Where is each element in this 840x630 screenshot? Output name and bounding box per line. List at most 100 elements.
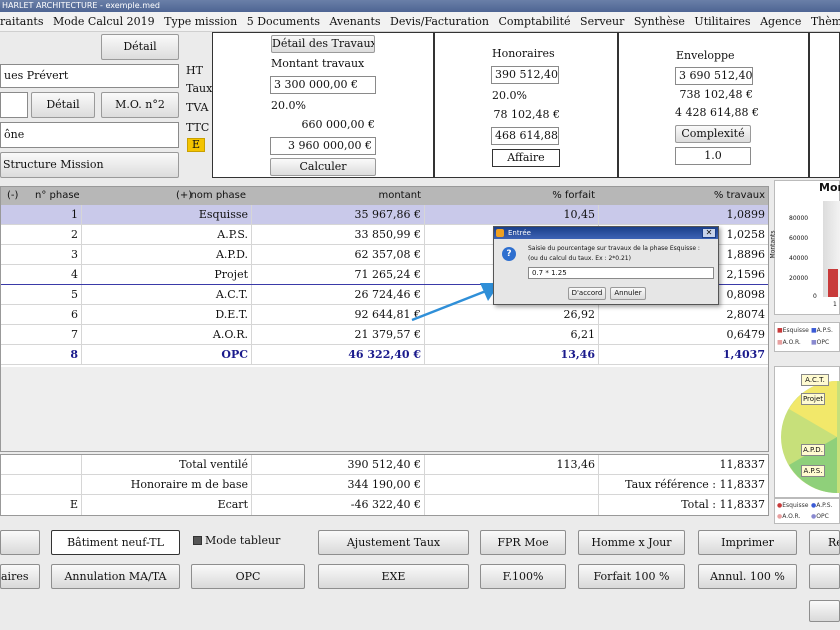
menu-item-type-mission[interactable]: Type mission: [164, 15, 237, 28]
row-montant[interactable]: 33 850,99 €: [251, 225, 424, 244]
travaux-tva-rate: 20.0%: [271, 99, 306, 112]
table-row[interactable]: 1 Esquisse 35 967,86 € 10,45 1,0899: [1, 205, 768, 225]
travaux-ttc-field[interactable]: 3 960 000,00 €: [270, 137, 376, 155]
legend-item: ■A.O.R.: [777, 339, 801, 346]
row-travaux[interactable]: 1,0899: [598, 205, 768, 224]
dialog-message-1: Saisie du pourcentage sur travaux de la …: [528, 245, 700, 252]
aires-button[interactable]: aires: [0, 564, 40, 589]
ajustement-taux-button[interactable]: Ajustement Taux: [318, 530, 469, 555]
menu-item-serveur[interactable]: Serveur: [580, 15, 624, 28]
row-montant[interactable]: 46 322,40 €: [251, 345, 424, 364]
detail-button[interactable]: Détail: [101, 34, 179, 60]
legend-item: ●Esquisse: [777, 502, 809, 509]
row-name: A.P.S.: [81, 225, 251, 244]
totals-table: Total ventilé 390 512,40 € 113,46 11,833…: [0, 454, 769, 516]
honoraires-tva-value: 78 102,48 €: [493, 108, 560, 121]
honoraires-ttc-field[interactable]: 468 614,88 €: [491, 127, 559, 145]
menu-item-devis[interactable]: Devis/Facturation: [390, 15, 489, 28]
client-code-field[interactable]: [0, 92, 28, 118]
e-badge[interactable]: E: [187, 138, 205, 152]
menu-item-agence[interactable]: Agence: [760, 15, 801, 28]
annulation-mata-button[interactable]: Annulation MA/TA: [51, 564, 180, 589]
honoraires-tva-rate: 20.0%: [492, 89, 527, 102]
travaux-panel: Détail des Travaux Montant travaux 3 300…: [212, 32, 434, 178]
row-name: D.E.T.: [81, 305, 251, 324]
batiment-neuf-button[interactable]: Bâtiment neuf-TL: [51, 530, 180, 555]
row-montant[interactable]: 35 967,86 €: [251, 205, 424, 224]
re-button[interactable]: Ré: [809, 530, 840, 555]
header-nom-phase: nom phase: [190, 190, 246, 201]
pie-label-aps: A.P.S.: [801, 465, 825, 477]
menu-item-utilitaires[interactable]: Utilitaires: [694, 15, 750, 28]
homme-jour-button[interactable]: Homme x Jour: [578, 530, 685, 555]
menu-item-comptabilite[interactable]: Comptabilité: [499, 15, 571, 28]
ecart-label: Ecart: [81, 495, 251, 515]
affaire-button[interactable]: Affaire: [492, 149, 560, 167]
row-montant[interactable]: 26 724,46 €: [251, 285, 424, 304]
row-travaux[interactable]: 1,4037: [598, 345, 768, 364]
mo-button[interactable]: M.O. n°2: [101, 92, 179, 118]
client-name-field[interactable]: ues Prévert: [0, 64, 179, 88]
bar-chart-tick: 80000: [789, 215, 809, 222]
row-montant[interactable]: 71 265,24 €: [251, 265, 424, 284]
dialog-cancel-button[interactable]: Annuler: [610, 287, 646, 300]
opc-button[interactable]: OPC: [191, 564, 305, 589]
menu-item-synthese[interactable]: Synthèse: [634, 15, 685, 28]
table-row[interactable]: 8 OPC 46 322,40 € 13,46 1,4037: [1, 345, 768, 365]
montant-travaux-label: Montant travaux: [271, 57, 365, 70]
complexite-field[interactable]: 1.0: [675, 147, 751, 165]
honoraires-ht-field[interactable]: 390 512,40 €: [491, 66, 559, 84]
header-montant: montant: [378, 190, 421, 201]
table-row[interactable]: 6 D.E.T. 92 644,81 € 26,92 2,8074: [1, 305, 768, 325]
menu-item-theme[interactable]: Thème: [811, 15, 840, 28]
bar-esquisse: [828, 269, 838, 297]
detail-button-2[interactable]: Détail: [31, 92, 95, 118]
menu-item-raitants[interactable]: raitants: [0, 15, 43, 28]
structure-mission-button[interactable]: Structure Mission: [0, 152, 179, 178]
complexite-button[interactable]: Complexité: [675, 125, 751, 143]
fpr-moe-button[interactable]: FPR Moe: [480, 530, 566, 555]
annul-100-button[interactable]: Annul. 100 %: [698, 564, 797, 589]
row-forfait[interactable]: 10,45: [424, 205, 598, 224]
city-field[interactable]: ône: [0, 122, 179, 148]
right-cut-button-2[interactable]: [809, 600, 840, 622]
dialog-close-icon[interactable]: ✕: [702, 228, 716, 238]
row-travaux[interactable]: 2,8074: [598, 305, 768, 324]
menu-item-documents[interactable]: 5 Documents: [247, 15, 320, 28]
dialog-input[interactable]: 0.7 * 1.25: [528, 267, 714, 279]
forfait-100-button[interactable]: Forfait 100 %: [578, 564, 685, 589]
row-montant[interactable]: 62 357,08 €: [251, 245, 424, 264]
header-num-phase: n° phase: [35, 190, 79, 201]
detail-travaux-button[interactable]: Détail des Travaux: [271, 35, 375, 53]
row-forfait[interactable]: 13,46: [424, 345, 598, 364]
pie-chart-svg: [781, 381, 840, 493]
table-row[interactable]: 7 A.O.R. 21 379,57 € 6,21 0,6479: [1, 325, 768, 345]
imprimer-button[interactable]: Imprimer: [698, 530, 797, 555]
dialog-ok-button[interactable]: D'accord: [568, 287, 606, 300]
honoraire-base-montant: 344 190,00 €: [251, 475, 424, 494]
travaux-ht-field[interactable]: 3 300 000,00 €: [270, 76, 376, 94]
menu-item-avenants[interactable]: Avenants: [330, 15, 381, 28]
right-cut-button[interactable]: [809, 564, 840, 589]
enveloppe-ht-field[interactable]: 3 690 512,40 €: [675, 67, 753, 85]
enveloppe-title: Enveloppe: [676, 49, 735, 62]
row-num: 4: [71, 268, 78, 281]
enveloppe-ttc-value: 4 428 614,88 €: [675, 106, 759, 119]
mode-tableur-checkbox[interactable]: [193, 536, 202, 545]
table-empty-area: [1, 367, 768, 451]
row-forfait[interactable]: 6,21: [424, 325, 598, 344]
row-montant[interactable]: 21 379,57 €: [251, 325, 424, 344]
row-montant[interactable]: 92 644,81 €: [251, 305, 424, 324]
arrow-line: [411, 289, 487, 322]
row-name: A.C.T.: [81, 285, 251, 304]
left-cut-button[interactable]: [0, 530, 40, 555]
taux-label: Taux: [186, 82, 213, 95]
f100-button[interactable]: F.100%: [480, 564, 566, 589]
header-travaux: % travaux: [713, 190, 765, 201]
exe-button[interactable]: EXE: [318, 564, 469, 589]
row-travaux[interactable]: 0,6479: [598, 325, 768, 344]
menu-item-mode-calcul[interactable]: Mode Calcul 2019: [53, 15, 155, 28]
total-ventile-forfait: 113,46: [424, 455, 598, 474]
calculer-button[interactable]: Calculer: [270, 158, 376, 176]
header-minus[interactable]: (-): [7, 187, 18, 205]
